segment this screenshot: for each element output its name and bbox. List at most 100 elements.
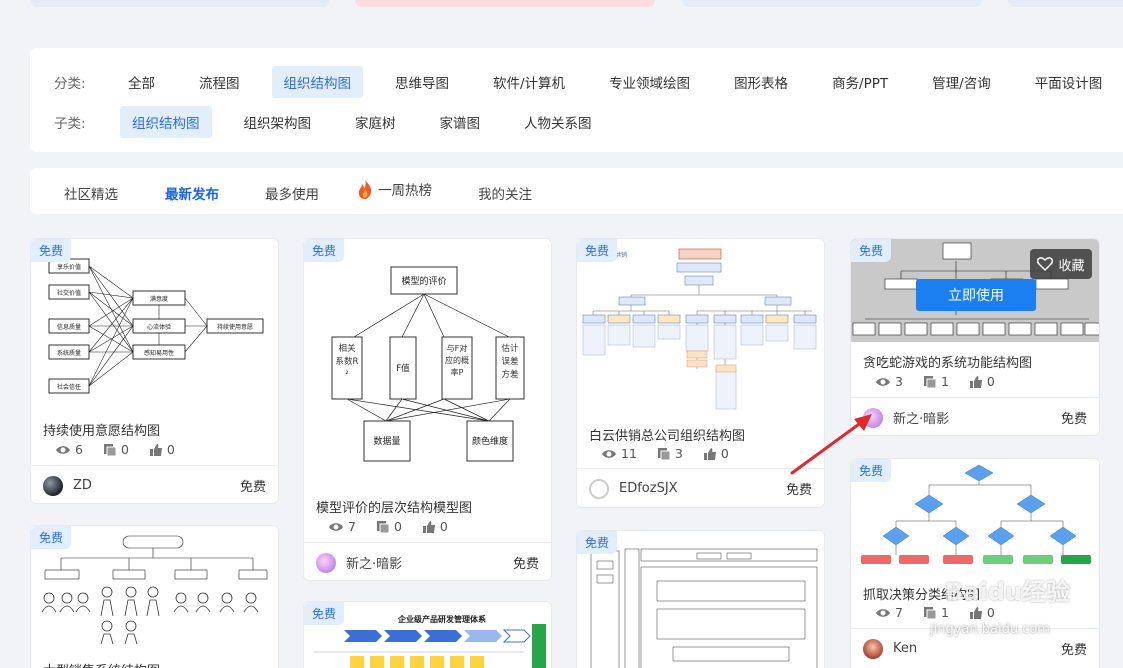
copies-count: 3 bbox=[674, 446, 683, 461]
category-management[interactable]: 管理/咨询 bbox=[920, 66, 1003, 98]
banner-strip-pink bbox=[355, 0, 655, 7]
subcategory-genealogy[interactable]: 家谱图 bbox=[428, 106, 493, 138]
category-professional[interactable]: 专业领域绘图 bbox=[597, 66, 702, 98]
subcategory-label: 子类: bbox=[54, 116, 86, 132]
template-card[interactable]: 免费 bbox=[576, 530, 825, 668]
views-count: 3 bbox=[895, 374, 903, 389]
price-label: 免费 bbox=[1060, 412, 1087, 427]
card-stats: 6 0 0 bbox=[55, 442, 195, 457]
avatar[interactable] bbox=[589, 478, 609, 499]
subcategory-relationship[interactable]: 人物关系图 bbox=[512, 106, 604, 138]
eye-icon bbox=[876, 377, 890, 386]
card-stats: 11 3 0 bbox=[601, 446, 749, 461]
diagram-preview: 模型的评价 相关系数R² F值 与F对应的概率P 估计误差方差 数据量 颜色维度 bbox=[331, 266, 525, 462]
likes-count: 0 bbox=[720, 446, 729, 461]
copy-icon bbox=[376, 520, 390, 533]
diagram-label: 感知易用性 bbox=[144, 349, 174, 357]
tab-following[interactable]: 我的关注 bbox=[478, 183, 532, 203]
category-flowchart[interactable]: 流程图 bbox=[187, 66, 252, 98]
author-name[interactable]: 新之·暗影 bbox=[346, 553, 513, 572]
author-name[interactable]: ZD bbox=[73, 478, 240, 493]
diagram-label: 社交价值 bbox=[57, 289, 81, 297]
tab-community-picks[interactable]: 社区精选 bbox=[64, 183, 118, 203]
eye-icon bbox=[876, 608, 890, 617]
banner-strip-blue-3 bbox=[1008, 0, 1123, 7]
card-title[interactable]: 贪吃蛇游戏的系统功能结构图 bbox=[863, 352, 1032, 371]
template-card[interactable]: 免费 模型的评价 相关系数R² F值 与F对应的概率P 估计误差方差 数据量 颜… bbox=[303, 238, 552, 581]
subcategory-org-chart[interactable]: 组织结构图 bbox=[120, 106, 212, 138]
diagram-label: 颜色维度 bbox=[472, 435, 508, 447]
template-card-hovered[interactable]: 免费 收藏 立即使用 贪吃蛇游戏的系统功能结构图 3 1 0 新之·暗影 免费 bbox=[850, 238, 1100, 436]
tab-weekly-hot-label: 一周热榜 bbox=[378, 183, 432, 199]
heart-icon bbox=[1037, 257, 1054, 271]
author-name[interactable]: 新之·暗影 bbox=[893, 408, 1061, 427]
diagram-title: 企业级产品研发管理体系 bbox=[397, 614, 486, 624]
diagram-label: 享乐价值 bbox=[57, 263, 81, 271]
category-table[interactable]: 图形表格 bbox=[722, 66, 800, 98]
card-thumbnail[interactable]: 模型的评价 相关系数R² F值 与F对应的概率P 估计误差方差 数据量 颜色维度 bbox=[304, 239, 551, 489]
thumbs-up-icon bbox=[149, 443, 162, 456]
author-name[interactable]: Ken bbox=[893, 641, 1061, 656]
free-badge: 免费 bbox=[304, 239, 345, 262]
category-all[interactable]: 全部 bbox=[116, 66, 167, 98]
card-footer: 新之·暗影 免费 bbox=[851, 397, 1099, 435]
card-stats: 7 0 0 bbox=[328, 519, 468, 534]
likes-count: 0 bbox=[166, 442, 175, 457]
category-label: 分类: bbox=[54, 76, 86, 92]
avatar[interactable] bbox=[863, 638, 883, 659]
price-label: 免费 bbox=[785, 483, 812, 498]
template-card[interactable]: 免费 大型销售系统结 bbox=[30, 525, 279, 668]
card-stats: 3 1 0 bbox=[875, 374, 1015, 389]
diagram-label: 相关系数R² bbox=[335, 344, 359, 380]
card-thumbnail[interactable]: 享乐价值 社交价值 信息质量 系统质量 社会信任 满意度 心流体验 感知易用性 … bbox=[31, 239, 278, 409]
template-card[interactable]: 免费 企业级产品研发管理体系 bbox=[303, 601, 552, 668]
category-org-chart[interactable]: 组织结构图 bbox=[271, 66, 363, 98]
category-row: 分类: 全部 流程图 组织结构图 思维导图 软件/计算机 专业领域绘图 图形表格… bbox=[54, 66, 1123, 98]
likes-count: 0 bbox=[986, 374, 995, 389]
eye-icon bbox=[329, 522, 343, 531]
author-name[interactable]: EDfozSJX bbox=[619, 481, 786, 496]
category-software[interactable]: 软件/计算机 bbox=[481, 66, 577, 98]
thumbs-up-icon bbox=[969, 606, 982, 619]
use-now-button[interactable]: 立即使用 bbox=[916, 279, 1036, 311]
subcategory-family-tree[interactable]: 家庭树 bbox=[343, 106, 408, 138]
copy-icon bbox=[923, 606, 937, 619]
diagram-preview: 享乐价值 社交价值 信息质量 系统质量 社会信任 满意度 心流体验 感知易用性 … bbox=[48, 258, 264, 394]
category-graphic-design[interactable]: 平面设计图 bbox=[1023, 66, 1115, 98]
baidu-watermark-url: jingyan.baidu.com bbox=[930, 622, 1050, 637]
price-label: 免费 bbox=[1060, 643, 1087, 658]
views-count: 7 bbox=[348, 519, 356, 534]
copies-count: 0 bbox=[120, 442, 129, 457]
diagram-label: 满意度 bbox=[150, 295, 168, 303]
subcategory-org-structure[interactable]: 组织架构图 bbox=[232, 106, 324, 138]
copy-icon bbox=[657, 447, 671, 460]
category-mindmap[interactable]: 思维导图 bbox=[383, 66, 461, 98]
category-business[interactable]: 商务/PPT bbox=[820, 66, 900, 98]
diagram-label: F值 bbox=[396, 363, 410, 374]
template-card[interactable]: 免费 享乐价值 社交价值 信息质量 系统质量 社会信任 满意度 心流体验 感知易… bbox=[30, 238, 279, 504]
free-badge: 免费 bbox=[31, 526, 72, 549]
avatar[interactable] bbox=[43, 475, 63, 496]
card-title[interactable]: 模型评价的层次结构模型图 bbox=[316, 497, 472, 516]
views-count: 7 bbox=[895, 605, 903, 620]
tab-most-used[interactable]: 最多使用 bbox=[265, 183, 319, 203]
card-title[interactable]: 白云供销总公司组织结构图 bbox=[589, 425, 745, 444]
copies-count: 1 bbox=[940, 605, 949, 620]
favorite-button[interactable]: 收藏 bbox=[1030, 249, 1092, 279]
card-title[interactable]: 持续使用意愿结构图 bbox=[43, 420, 160, 439]
free-badge: 免费 bbox=[577, 531, 618, 554]
tab-latest[interactable]: 最新发布 bbox=[165, 183, 219, 203]
tab-weekly-hot[interactable]: 一周热榜 bbox=[355, 178, 432, 200]
baidu-watermark: Baidu经验 bbox=[945, 578, 1070, 606]
views-count: 6 bbox=[75, 442, 83, 457]
diagram-label: 估计误差方差 bbox=[501, 344, 519, 380]
price-label: 免费 bbox=[512, 557, 539, 572]
card-thumbnail[interactable]: 供销 bbox=[577, 239, 824, 414]
free-badge: 免费 bbox=[851, 239, 892, 262]
card-stats: 7 1 0 bbox=[875, 605, 1015, 620]
subcategory-row: 子类: 组织结构图 组织架构图 家庭树 家谱图 人物关系图 bbox=[54, 106, 624, 138]
likes-count: 0 bbox=[986, 605, 995, 620]
diagram-label: 模型的评价 bbox=[401, 275, 446, 287]
avatar[interactable] bbox=[316, 552, 336, 573]
card-title[interactable]: 大型销售系统结构图 bbox=[43, 660, 160, 668]
